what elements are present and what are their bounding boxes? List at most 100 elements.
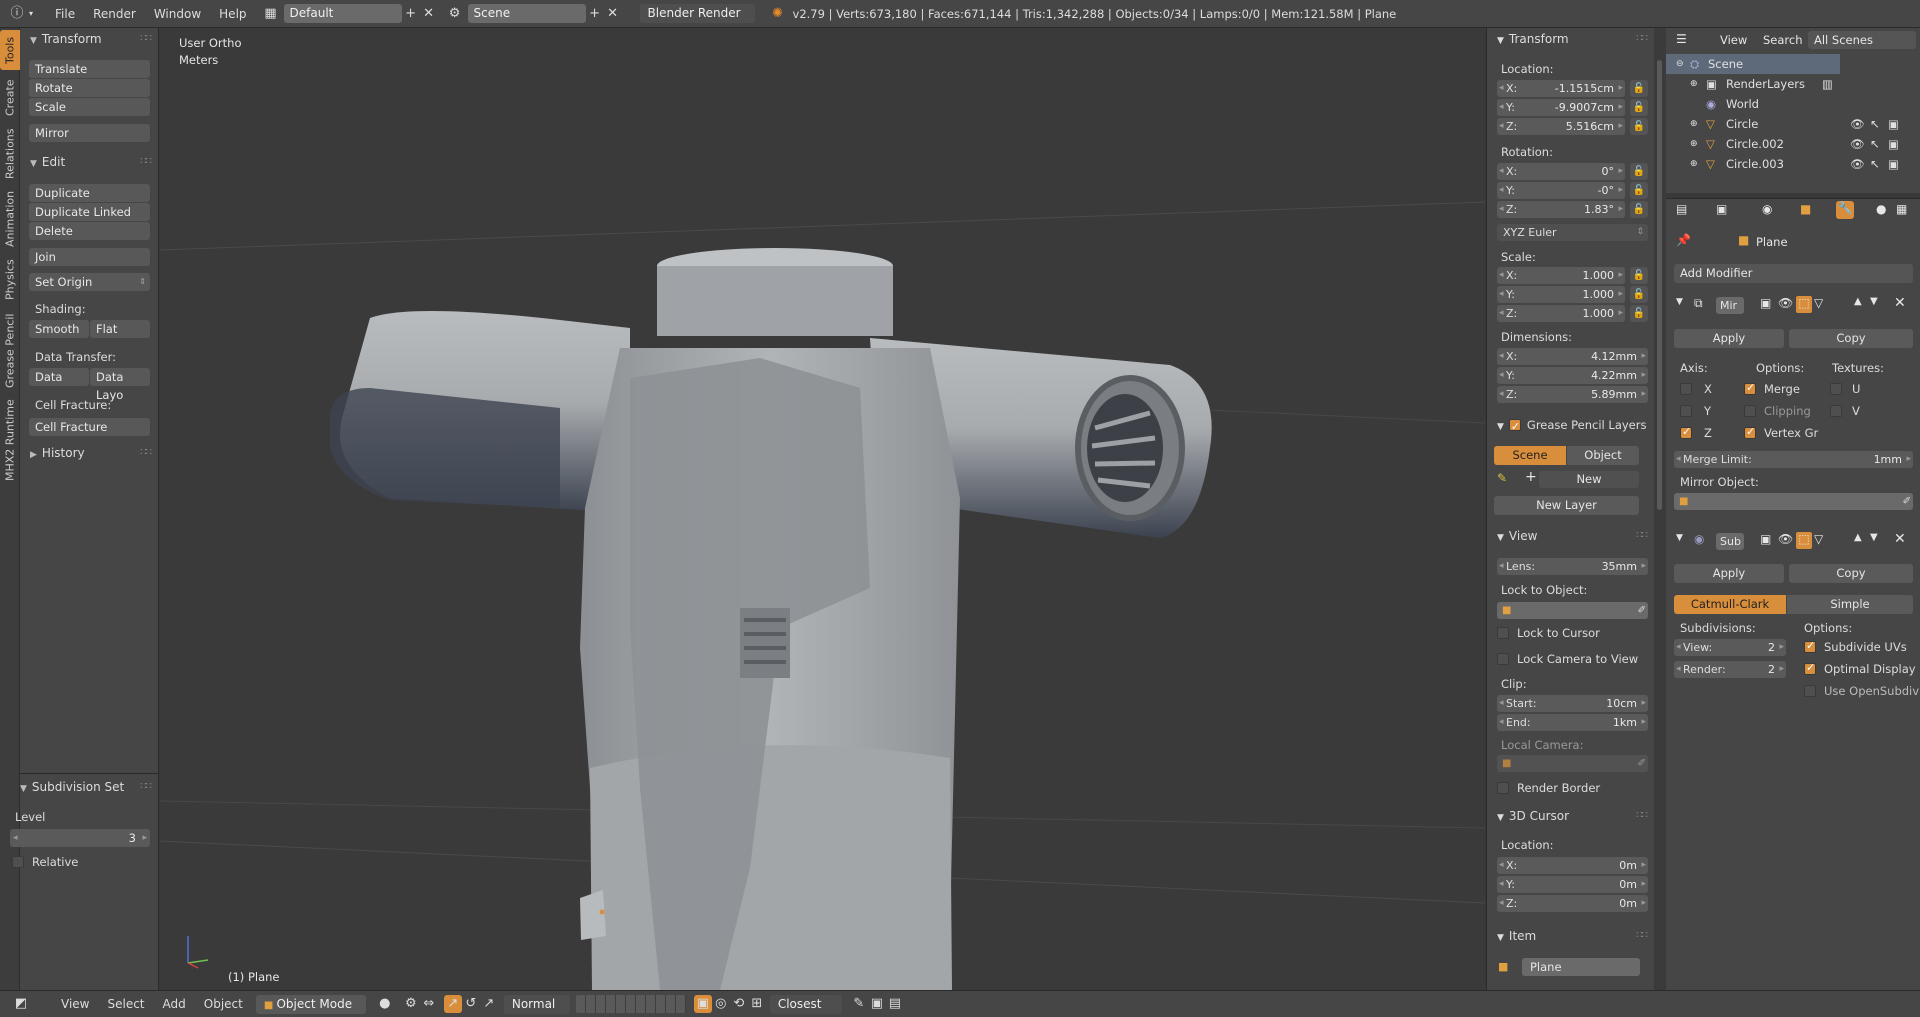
tab-tools[interactable]: Tools — [0, 30, 20, 70]
opengl-render-icon[interactable]: ▣ — [868, 995, 886, 1013]
menu-file[interactable]: File — [46, 7, 84, 21]
location-y-field[interactable]: ◂ Y: -9.9007cm ▸ — [1497, 99, 1625, 116]
texture-tab-icon[interactable]: ▦ — [1896, 202, 1907, 216]
lock-icon[interactable]: 🔓 — [1630, 118, 1648, 135]
item-name-field[interactable]: Plane — [1522, 958, 1640, 976]
move-down-icon[interactable]: ▼ — [1870, 296, 1878, 307]
close-icon[interactable]: ✕ — [1894, 295, 1906, 311]
rotation-y-field[interactable]: ◂ Y: -0° ▸ — [1497, 182, 1625, 199]
scale-x-field[interactable]: ◂ X: 1.000 ▸ — [1497, 267, 1625, 284]
mirror-object-field[interactable]: ■ ✐ — [1674, 493, 1913, 510]
layer-buttons[interactable] — [575, 995, 686, 1013]
dimensions-x-field[interactable]: ◂ X: 4.12mm ▸ — [1497, 348, 1648, 365]
rotate-manipulator-icon[interactable]: ↺ — [462, 995, 480, 1013]
n-view-header[interactable]: ▼ View ∷∷ — [1487, 526, 1655, 546]
cursor-icon[interactable]: ↖ — [1870, 134, 1880, 154]
move-up-icon[interactable]: ▲ — [1854, 296, 1862, 307]
delete-button[interactable]: Delete — [29, 222, 150, 240]
object-tab-icon[interactable]: ■ — [1800, 202, 1811, 216]
scene-field[interactable]: Scene — [467, 4, 586, 23]
cursor-icon[interactable]: ↖ — [1870, 154, 1880, 174]
set-origin-dropdown[interactable]: Set Origin ⇕ — [29, 273, 150, 291]
render-toggle-icon[interactable]: ▣ — [1760, 532, 1771, 546]
pin-icon[interactable]: 📌 — [1676, 233, 1691, 247]
duplicate-button[interactable]: Duplicate — [29, 184, 150, 202]
pivot-point-icon[interactable]: ⚙ — [402, 995, 420, 1013]
drag-handle-icon[interactable]: ∷∷ — [140, 152, 152, 172]
transform-orientation-dropdown[interactable]: Normal — [503, 994, 570, 1014]
clip-start-field[interactable]: ◂ Start: 10cm ▸ — [1497, 695, 1648, 712]
scale-manipulator-icon[interactable]: ↗ — [480, 995, 498, 1013]
drag-handle-icon[interactable]: ∷∷ — [140, 443, 152, 463]
grease-object-tab[interactable]: Object — [1567, 446, 1639, 465]
cursor-y-field[interactable]: ◂ Y: 0m ▸ — [1497, 876, 1648, 893]
proportional-edit-icon[interactable]: ◎ — [712, 995, 730, 1013]
n-item-header[interactable]: ▼ Item ∷∷ — [1487, 926, 1655, 946]
camera-icon[interactable]: ▣ — [1888, 154, 1899, 174]
tab-grease-pencil[interactable]: Grease Pencil — [0, 310, 20, 392]
info-editor-icon[interactable]: ⓘ — [8, 5, 26, 23]
grease-pencil-header[interactable]: ▼ Grease Pencil Layers — [1487, 415, 1655, 437]
lock-icon[interactable]: 🔓 — [1630, 80, 1648, 97]
close-layout-icon[interactable]: ✕ — [420, 5, 438, 23]
eye-icon[interactable]: 👁 — [1850, 154, 1865, 174]
subsurf-name-field[interactable]: Sub — [1716, 533, 1744, 550]
lock-camera-checkbox[interactable] — [1497, 653, 1509, 665]
drag-handle-icon[interactable]: ∷∷ — [1636, 526, 1648, 546]
subsurf-apply-button[interactable]: Apply — [1674, 564, 1784, 583]
triangle-down-icon[interactable]: ▼ — [1676, 533, 1683, 543]
chevron-down-icon[interactable]: ▾ — [26, 5, 36, 23]
vertex-groups-checkbox[interactable] — [1744, 425, 1756, 439]
3d-viewport[interactable]: User Ortho Meters (1) Plane — [160, 28, 1485, 990]
viewport-toggle-icon[interactable]: 👁 — [1778, 532, 1793, 546]
merge-limit-field[interactable]: ◂ Merge Limit: 1mm ▸ — [1674, 451, 1913, 468]
rotation-mode-dropdown[interactable]: XYZ Euler ⇕ — [1497, 224, 1648, 241]
tab-create[interactable]: Create — [0, 76, 20, 120]
display-mode-dropdown[interactable]: All Scenes — [1808, 31, 1916, 49]
move-up-icon[interactable]: ▲ — [1854, 532, 1862, 543]
grease-new-button[interactable]: New — [1539, 471, 1639, 488]
render-preview-icon[interactable]: ✎ — [850, 995, 868, 1013]
tab-animation[interactable]: Animation — [0, 188, 20, 250]
viewport-toggle-icon[interactable]: 👁 — [1778, 296, 1793, 310]
mirror-button[interactable]: Mirror — [29, 124, 150, 142]
subsurf-copy-button[interactable]: Copy — [1789, 564, 1913, 583]
subdivision-set-header[interactable]: ▼ Subdivision Set ∷∷ — [10, 777, 159, 797]
n-transform-header[interactable]: ▼ Transform ∷∷ — [1487, 29, 1655, 49]
drag-handle-icon[interactable]: ∷∷ — [140, 29, 152, 49]
lock-icon[interactable]: 🔓 — [1630, 99, 1648, 116]
triangle-down-icon[interactable]: ▼ — [1676, 297, 1683, 307]
location-x-field[interactable]: ◂ X: -1.1515cm ▸ — [1497, 80, 1625, 97]
cursor-x-field[interactable]: ◂ X: 0m ▸ — [1497, 857, 1648, 874]
drag-handle-icon[interactable]: ∷∷ — [1636, 926, 1648, 946]
texture-v-checkbox[interactable] — [1830, 405, 1842, 417]
render-border-checkbox[interactable] — [1497, 782, 1509, 794]
scrollbar-thumb[interactable] — [1657, 60, 1662, 510]
lock-icon[interactable]: 🔓 — [1630, 267, 1648, 284]
subsurf-modifier-header[interactable]: ▼ ◉ Sub ▣ 👁 ⬚ ▽ ▲ ▼ ✕ — [1674, 531, 1913, 553]
data-button[interactable]: Data — [29, 368, 89, 386]
editmode-toggle-icon[interactable]: ⬚ — [1796, 296, 1812, 313]
lock-icon[interactable]: 🔓 — [1630, 305, 1648, 322]
cursor-z-field[interactable]: ◂ Z: 0m ▸ — [1497, 895, 1648, 912]
drag-handle-icon[interactable]: ∷∷ — [1636, 29, 1648, 49]
layout-field[interactable]: Default — [283, 4, 402, 23]
menu-object[interactable]: Object — [195, 997, 252, 1011]
scale-z-field[interactable]: ◂ Z: 1.000 ▸ — [1497, 305, 1625, 322]
manipulator-icon[interactable]: ⇔ — [420, 995, 438, 1013]
menu-help[interactable]: Help — [210, 7, 255, 21]
lens-field[interactable]: ◂ Lens: 35mm ▸ — [1497, 558, 1648, 575]
data-layout-button[interactable]: Data Layo — [90, 368, 150, 402]
interaction-mode-dropdown[interactable]: ■ Object Mode — [255, 994, 366, 1014]
translate-manipulator-icon[interactable]: ↗ — [443, 995, 462, 1013]
lock-icon[interactable]: 🔓 — [1630, 182, 1648, 199]
lock-icon[interactable]: 🔓 — [1630, 286, 1648, 303]
close-icon[interactable]: ✕ — [1894, 531, 1906, 547]
editmode-toggle-icon[interactable]: ⬚ — [1796, 532, 1812, 549]
cursor-icon[interactable]: ↖ — [1870, 114, 1880, 134]
subsurf-view-field[interactable]: ◂ View: 2 ▸ — [1674, 639, 1786, 656]
tab-physics[interactable]: Physics — [0, 256, 20, 304]
opengl-animation-icon[interactable]: ▤ — [886, 995, 904, 1013]
mirror-name-field[interactable]: Mir — [1716, 297, 1744, 314]
collapse-icon[interactable]: ⊖ — [1676, 54, 1684, 74]
